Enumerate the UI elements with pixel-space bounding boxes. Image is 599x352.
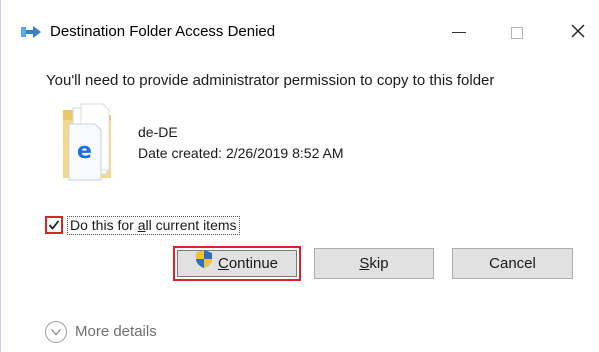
- maximize-button[interactable]: [507, 22, 527, 42]
- minimize-button[interactable]: [449, 22, 469, 42]
- skip-button[interactable]: Skip: [314, 248, 434, 279]
- minimize-icon: [452, 32, 466, 34]
- close-icon: [571, 24, 585, 38]
- copy-arrow-icon: [21, 25, 41, 38]
- file-date-created: Date created: 2/26/2019 8:52 AM: [138, 145, 344, 161]
- chevron-down-icon: [45, 321, 67, 344]
- permission-message: You'll need to provide administrator per…: [46, 72, 495, 89]
- uac-shield-icon: [195, 249, 212, 276]
- folder-file-icon: e: [59, 102, 119, 182]
- maximize-icon: [511, 26, 523, 39]
- continue-label-rest: ontinue: [228, 255, 279, 272]
- more-details-toggle[interactable]: More details: [45, 320, 157, 344]
- close-button[interactable]: [568, 22, 588, 42]
- apply-all-label-post: ll current items: [145, 217, 237, 233]
- continue-button[interactable]: Continue: [177, 249, 297, 277]
- dialog-window: Destination Folder Access Denied You'll …: [0, 0, 599, 352]
- checkmark-icon: [48, 220, 60, 230]
- svg-text:e: e: [77, 139, 92, 164]
- apply-all-checkbox[interactable]: [45, 216, 63, 234]
- apply-all-label[interactable]: Do this for all current items: [67, 216, 240, 235]
- skip-label-rest: kip: [369, 255, 389, 272]
- window-title: Destination Folder Access Denied: [50, 23, 276, 40]
- apply-all-label-access-key: a: [137, 217, 146, 233]
- continue-access-key: C: [217, 255, 229, 272]
- more-details-label: More details: [75, 323, 157, 340]
- file-name: de-DE: [138, 124, 178, 140]
- apply-all-label-pre: Do this for: [70, 217, 138, 233]
- cancel-button[interactable]: Cancel: [452, 248, 573, 279]
- title-bar: Destination Folder Access Denied: [1, 0, 599, 40]
- skip-access-key: S: [359, 255, 370, 272]
